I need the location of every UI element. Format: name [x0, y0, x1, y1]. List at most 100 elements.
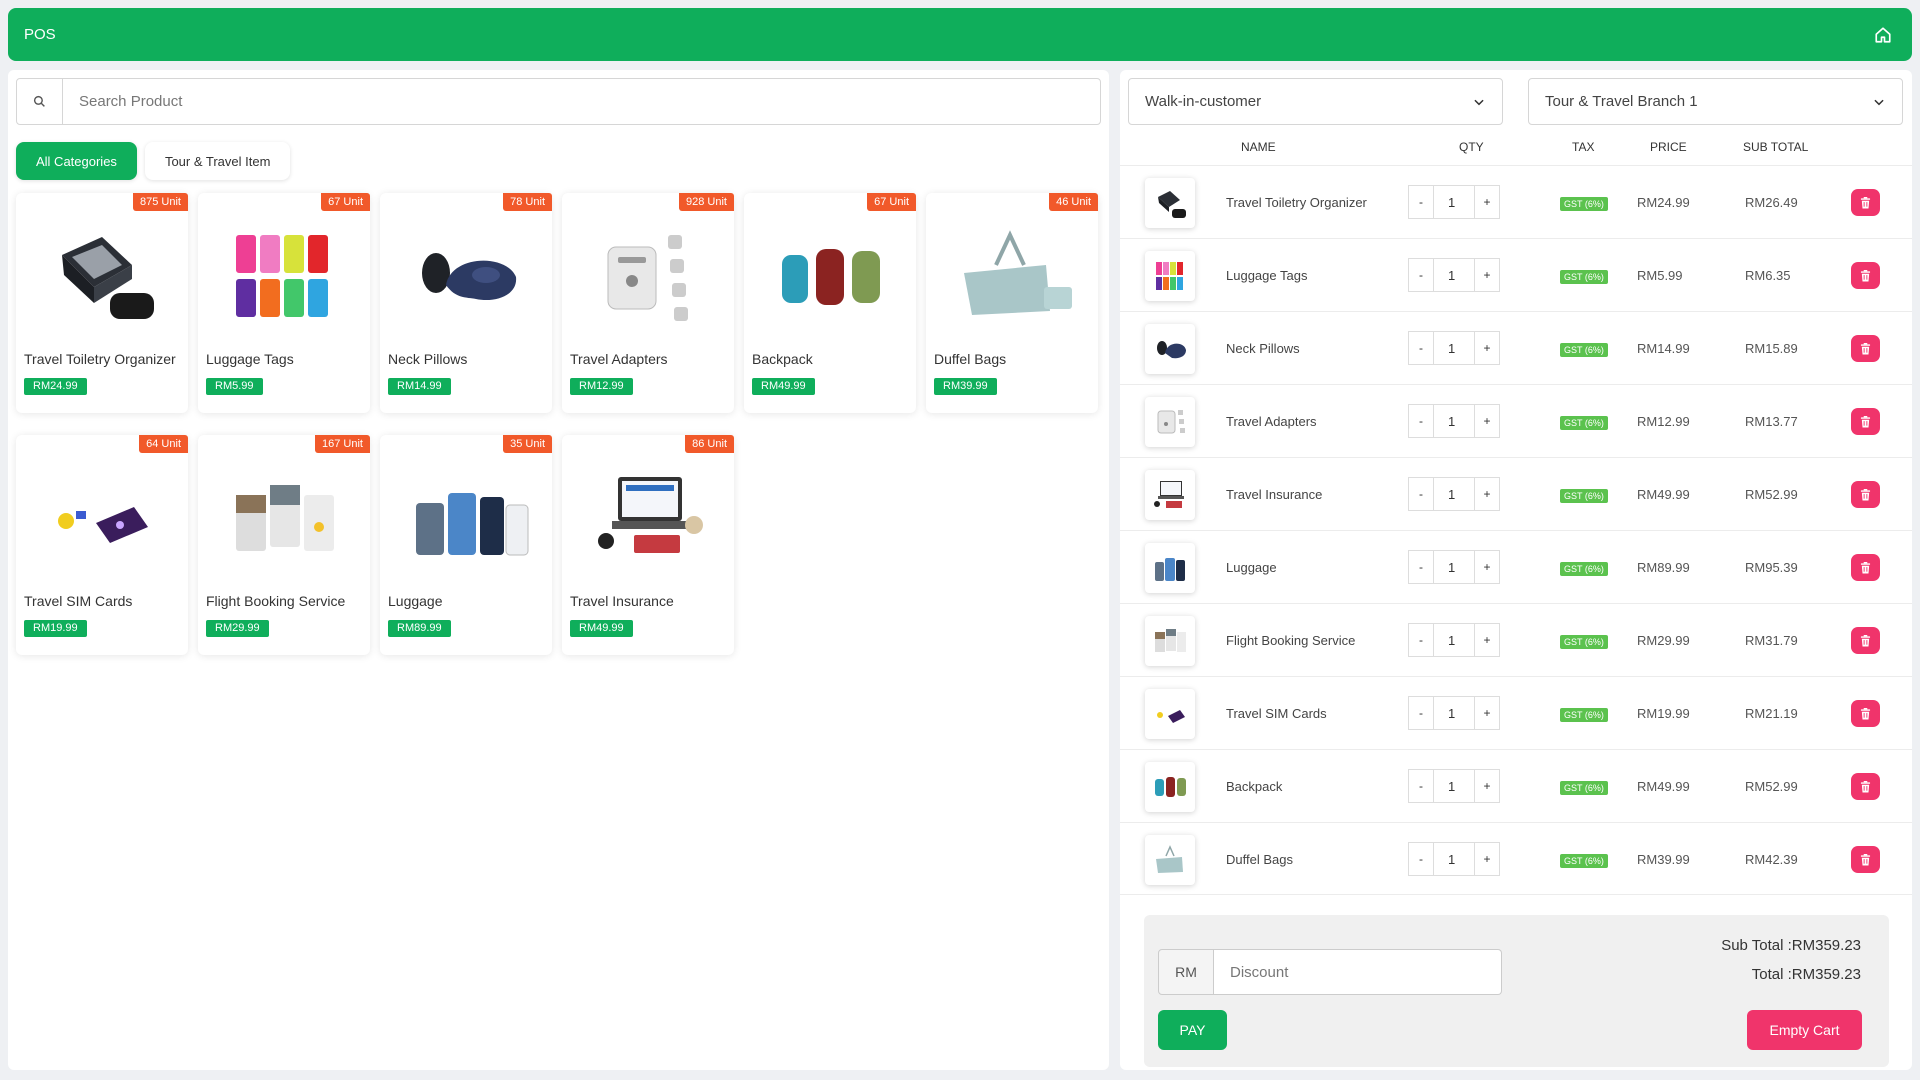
cart-row: Backpack - + GST (6%) RM49.99 RM52.99 [1120, 749, 1912, 822]
qty-increase-button[interactable]: + [1474, 623, 1500, 657]
qty-input[interactable] [1434, 550, 1474, 584]
category-all[interactable]: All Categories [16, 142, 137, 180]
qty-input[interactable] [1434, 842, 1474, 876]
cart-item-price: RM24.99 [1637, 195, 1690, 210]
delete-item-button[interactable] [1851, 408, 1880, 435]
customer-select[interactable]: Walk-in-customer [1128, 78, 1503, 125]
qty-decrease-button[interactable]: - [1408, 331, 1434, 365]
qty-increase-button[interactable]: + [1474, 258, 1500, 292]
chevron-down-icon [1874, 99, 1884, 105]
price-badge: RM49.99 [570, 620, 633, 637]
qty-increase-button[interactable]: + [1474, 842, 1500, 876]
product-card[interactable]: 928 Unit Travel Adapters RM12.99 [562, 193, 734, 413]
qty-increase-button[interactable]: + [1474, 331, 1500, 365]
qty-stepper: - + [1408, 404, 1500, 438]
empty-cart-button[interactable]: Empty Cart [1747, 1010, 1862, 1050]
qty-input[interactable] [1434, 623, 1474, 657]
qty-input[interactable] [1434, 331, 1474, 365]
cart-item-price: RM12.99 [1637, 414, 1690, 429]
qty-input[interactable] [1434, 477, 1474, 511]
qty-decrease-button[interactable]: - [1408, 842, 1434, 876]
cart-thumb [1145, 251, 1195, 301]
qty-decrease-button[interactable]: - [1408, 696, 1434, 730]
discount-group: RM [1158, 949, 1502, 995]
qty-decrease-button[interactable]: - [1408, 404, 1434, 438]
cart-row: Luggage Tags - + GST (6%) RM5.99 RM6.35 [1120, 238, 1912, 311]
cart-thumb [1145, 397, 1195, 447]
stock-badge: 67 Unit [321, 193, 370, 211]
delete-item-button[interactable] [1851, 846, 1880, 873]
pay-button[interactable]: PAY [1158, 1010, 1227, 1050]
qty-decrease-button[interactable]: - [1408, 185, 1434, 219]
qty-decrease-button[interactable]: - [1408, 477, 1434, 511]
delete-item-button[interactable] [1851, 627, 1880, 654]
qty-increase-button[interactable]: + [1474, 404, 1500, 438]
product-card[interactable]: 875 Unit Travel Toiletry Organizer RM24.… [16, 193, 188, 413]
toiletry-bag-icon [1158, 191, 1186, 218]
qty-decrease-button[interactable]: - [1408, 623, 1434, 657]
branch-select-value: Tour & Travel Branch 1 [1545, 93, 1698, 110]
product-name: Duffel Bags [934, 351, 1007, 367]
price-badge: RM19.99 [24, 620, 87, 637]
cart-item-price: RM29.99 [1637, 633, 1690, 648]
cart-item-name: Luggage Tags [1226, 268, 1308, 283]
product-panel: All Categories Tour & Travel Item 875 Un… [8, 70, 1109, 1070]
delete-item-button[interactable] [1851, 189, 1880, 216]
qty-input[interactable] [1434, 258, 1474, 292]
currency-label: RM [1158, 949, 1214, 995]
branch-select[interactable]: Tour & Travel Branch 1 [1528, 78, 1903, 125]
total-text: Total :RM359.23 [1751, 966, 1861, 983]
cart-thumb [1145, 762, 1195, 812]
qty-decrease-button[interactable]: - [1408, 550, 1434, 584]
qty-increase-button[interactable]: + [1474, 550, 1500, 584]
home-icon[interactable] [1872, 24, 1894, 46]
product-card[interactable]: 46 Unit Duffel Bags RM39.99 [926, 193, 1098, 413]
delete-item-button[interactable] [1851, 554, 1880, 581]
product-card[interactable]: 86 Unit Travel Insurance RM49.99 [562, 435, 734, 655]
qty-increase-button[interactable]: + [1474, 185, 1500, 219]
cart-item-price: RM49.99 [1637, 487, 1690, 502]
search-input[interactable] [63, 79, 1100, 124]
sim-card-icon [1157, 710, 1185, 723]
category-tour-travel[interactable]: Tour & Travel Item [144, 142, 291, 180]
qty-input[interactable] [1434, 185, 1474, 219]
qty-increase-button[interactable]: + [1474, 769, 1500, 803]
trash-icon [1860, 707, 1871, 719]
cart-row: Travel SIM Cards - + GST (6%) RM19.99 RM… [1120, 676, 1912, 749]
stock-badge: 46 Unit [1049, 193, 1098, 211]
qty-decrease-button[interactable]: - [1408, 769, 1434, 803]
luggage-icon [416, 493, 529, 556]
search-icon[interactable] [17, 79, 63, 124]
cart-item-subtotal: RM52.99 [1745, 487, 1798, 502]
product-card[interactable]: 35 Unit Luggage RM89.99 [380, 435, 552, 655]
delete-item-button[interactable] [1851, 262, 1880, 289]
search-bar [16, 78, 1101, 125]
price-badge: RM89.99 [388, 620, 451, 637]
cart-item-price: RM49.99 [1637, 779, 1690, 794]
column-price: PRICE [1650, 140, 1687, 154]
product-card[interactable]: 64 Unit Travel SIM Cards RM19.99 [16, 435, 188, 655]
product-card[interactable]: 167 Unit Flight Booking Service RM29.99 [198, 435, 370, 655]
product-card[interactable]: 78 Unit Neck Pillows RM14.99 [380, 193, 552, 413]
delete-item-button[interactable] [1851, 335, 1880, 362]
qty-input[interactable] [1434, 404, 1474, 438]
qty-decrease-button[interactable]: - [1408, 258, 1434, 292]
qty-increase-button[interactable]: + [1474, 696, 1500, 730]
cart-item-subtotal: RM21.19 [1745, 706, 1798, 721]
product-card[interactable]: 67 Unit Luggage Tags RM5.99 [198, 193, 370, 413]
cart-thumb [1145, 324, 1195, 374]
toiletry-bag-icon [62, 237, 154, 319]
discount-input[interactable] [1214, 949, 1502, 995]
delete-item-button[interactable] [1851, 700, 1880, 727]
delete-item-button[interactable] [1851, 481, 1880, 508]
trash-icon [1860, 196, 1871, 208]
top-bar: POS [8, 8, 1912, 61]
product-card[interactable]: 67 Unit Backpack RM49.99 [744, 193, 916, 413]
stock-badge: 86 Unit [685, 435, 734, 453]
cart-summary: RM Sub Total :RM359.23 Total :RM359.23 P… [1144, 915, 1889, 1067]
qty-input[interactable] [1434, 769, 1474, 803]
stock-badge: 35 Unit [503, 435, 552, 453]
delete-item-button[interactable] [1851, 773, 1880, 800]
qty-input[interactable] [1434, 696, 1474, 730]
qty-increase-button[interactable]: + [1474, 477, 1500, 511]
